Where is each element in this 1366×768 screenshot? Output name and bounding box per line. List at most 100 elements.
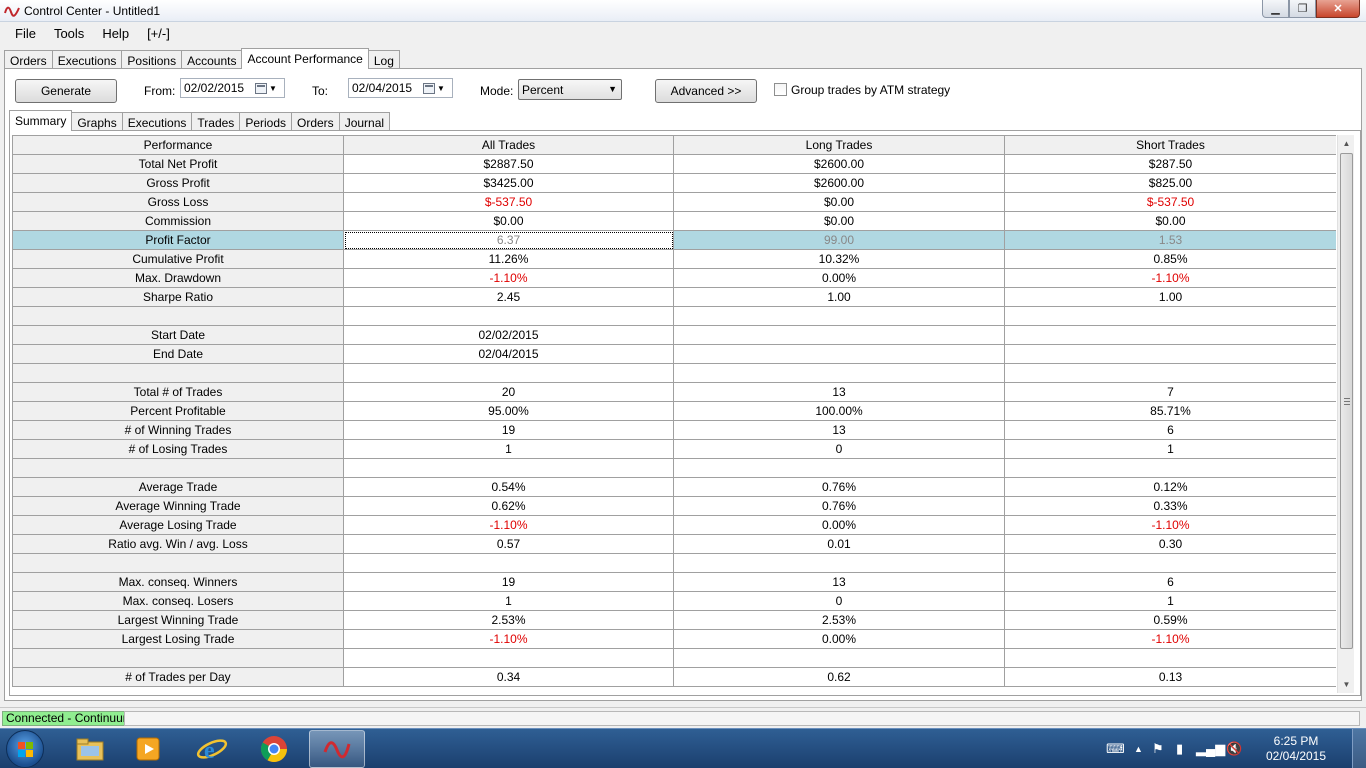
cell-long-trades[interactable]: 13 xyxy=(673,420,1005,440)
menu-help[interactable]: Help xyxy=(93,22,138,44)
cell-all-trades[interactable] xyxy=(343,458,674,478)
show-desktop-button[interactable] xyxy=(1352,729,1366,768)
ninjatrader-icon[interactable] xyxy=(309,730,365,768)
cell-metric[interactable]: Total # of Trades xyxy=(12,382,344,402)
scroll-thumb[interactable] xyxy=(1340,153,1353,649)
mode-select[interactable]: Percent ▼ xyxy=(518,79,622,100)
scroll-down-icon[interactable]: ▼ xyxy=(1338,676,1355,693)
scroll-up-icon[interactable]: ▲ xyxy=(1338,135,1355,152)
table-row[interactable]: Profit Factor 6.37 99.00 1.53 xyxy=(12,230,1336,250)
cell-all-trades[interactable]: 0.57 xyxy=(343,534,674,554)
cell-long-trades[interactable]: 0 xyxy=(673,591,1005,611)
from-date-picker[interactable]: 02/02/2015 ▼ xyxy=(180,78,285,98)
cell-all-trades[interactable]: -1.10% xyxy=(343,268,674,288)
cell-long-trades[interactable]: $0.00 xyxy=(673,211,1005,231)
cell-all-trades[interactable]: 95.00% xyxy=(343,401,674,421)
cell-short-trades[interactable] xyxy=(1004,344,1336,364)
cell-short-trades[interactable]: $825.00 xyxy=(1004,173,1336,193)
cell-metric[interactable]: # of Winning Trades xyxy=(12,420,344,440)
table-row[interactable]: Total Net Profit $2887.50 $2600.00 $287.50 xyxy=(12,154,1336,174)
column-header-performance[interactable]: Performance xyxy=(12,135,344,155)
menu-expand[interactable]: [+/-] xyxy=(138,22,179,44)
table-row[interactable]: Gross Loss $-537.50 $0.00 $-537.50 xyxy=(12,192,1336,212)
cell-short-trades[interactable]: 0.33% xyxy=(1004,496,1336,516)
cell-all-trades[interactable]: 02/04/2015 xyxy=(343,344,674,364)
cell-all-trades[interactable]: 1 xyxy=(343,439,674,459)
battery-icon[interactable]: ▮ xyxy=(1176,741,1183,757)
table-row[interactable]: # of Trades per Day 0.34 0.62 0.13 xyxy=(12,667,1336,687)
cell-long-trades[interactable] xyxy=(673,458,1005,478)
file-explorer-icon[interactable] xyxy=(62,730,118,768)
cell-metric[interactable]: Max. conseq. Winners xyxy=(12,572,344,592)
cell-metric[interactable]: # of Trades per Day xyxy=(12,667,344,687)
cell-all-trades[interactable]: 1 xyxy=(343,591,674,611)
column-header-all-trades[interactable]: All Trades xyxy=(343,135,674,155)
cell-short-trades[interactable]: 1 xyxy=(1004,591,1336,611)
tab-journal[interactable]: Journal xyxy=(338,112,391,131)
tab-graphs[interactable]: Graphs xyxy=(71,112,123,131)
cell-metric[interactable]: Average Winning Trade xyxy=(12,496,344,516)
cell-all-trades[interactable]: 11.26% xyxy=(343,249,674,269)
cell-metric[interactable]: Profit Factor xyxy=(12,230,344,250)
table-row[interactable]: Largest Winning Trade 2.53% 2.53% 0.59% xyxy=(12,610,1336,630)
cell-all-trades[interactable]: 2.53% xyxy=(343,610,674,630)
cell-all-trades[interactable]: 20 xyxy=(343,382,674,402)
to-date-picker[interactable]: 02/04/2015 ▼ xyxy=(348,78,453,98)
cell-long-trades[interactable] xyxy=(673,553,1005,573)
cell-short-trades[interactable]: 85.71% xyxy=(1004,401,1336,421)
cell-short-trades[interactable]: $0.00 xyxy=(1004,211,1336,231)
menu-file[interactable]: File xyxy=(0,22,45,44)
table-row[interactable]: Ratio avg. Win / avg. Loss 0.57 0.01 0.30 xyxy=(12,534,1336,554)
cell-all-trades[interactable]: -1.10% xyxy=(343,515,674,535)
cell-long-trades[interactable] xyxy=(673,325,1005,345)
keyboard-icon[interactable]: ⌨ xyxy=(1106,741,1125,757)
grid-vertical-scrollbar[interactable]: ▲ ▼ xyxy=(1337,135,1354,693)
cell-short-trades[interactable] xyxy=(1004,553,1336,573)
tab-sub-orders[interactable]: Orders xyxy=(291,112,340,131)
cell-metric[interactable]: Max. Drawdown xyxy=(12,268,344,288)
cell-all-trades[interactable]: $-537.50 xyxy=(343,192,674,212)
tab-trades[interactable]: Trades xyxy=(191,112,241,131)
table-row[interactable]: # of Losing Trades 1 0 1 xyxy=(12,439,1336,459)
cell-short-trades[interactable]: -1.10% xyxy=(1004,268,1336,288)
cell-long-trades[interactable]: 0.76% xyxy=(673,496,1005,516)
cell-long-trades[interactable]: 1.00 xyxy=(673,287,1005,307)
network-signal-icon[interactable]: ▂▄▆ xyxy=(1196,741,1225,757)
tab-orders[interactable]: Orders xyxy=(4,50,53,69)
table-row[interactable]: Commission $0.00 $0.00 $0.00 xyxy=(12,211,1336,231)
chrome-icon[interactable] xyxy=(246,730,302,768)
cell-metric[interactable]: Percent Profitable xyxy=(12,401,344,421)
cell-long-trades[interactable] xyxy=(673,344,1005,364)
cell-short-trades[interactable] xyxy=(1004,458,1336,478)
chevron-up-icon[interactable]: ▲ xyxy=(1134,744,1143,754)
cell-short-trades[interactable]: 6 xyxy=(1004,420,1336,440)
cell-short-trades[interactable]: -1.10% xyxy=(1004,515,1336,535)
cell-metric[interactable]: Ratio avg. Win / avg. Loss xyxy=(12,534,344,554)
table-row[interactable]: Average Trade 0.54% 0.76% 0.12% xyxy=(12,477,1336,497)
chevron-down-icon[interactable]: ▼ xyxy=(437,84,445,93)
table-row[interactable]: Average Losing Trade -1.10% 0.00% -1.10% xyxy=(12,515,1336,535)
cell-short-trades[interactable]: 0.12% xyxy=(1004,477,1336,497)
volume-muted-icon[interactable]: 🔇 xyxy=(1226,741,1242,757)
column-header-short-trades[interactable]: Short Trades xyxy=(1004,135,1336,155)
cell-metric[interactable]: Sharpe Ratio xyxy=(12,287,344,307)
table-row[interactable] xyxy=(12,363,1336,383)
cell-short-trades[interactable]: 1.53 xyxy=(1004,230,1336,250)
tab-periods[interactable]: Periods xyxy=(239,112,292,131)
cell-long-trades[interactable]: $2600.00 xyxy=(673,173,1005,193)
cell-metric[interactable]: Gross Profit xyxy=(12,173,344,193)
cell-all-trades[interactable]: 02/02/2015 xyxy=(343,325,674,345)
cell-all-trades[interactable]: $3425.00 xyxy=(343,173,674,193)
cell-metric[interactable]: Gross Loss xyxy=(12,192,344,212)
cell-short-trades[interactable] xyxy=(1004,648,1336,668)
cell-metric[interactable]: Max. conseq. Losers xyxy=(12,591,344,611)
column-header-long-trades[interactable]: Long Trades xyxy=(673,135,1005,155)
minimize-button[interactable]: ▁ xyxy=(1262,0,1289,18)
cell-metric[interactable]: Largest Losing Trade xyxy=(12,629,344,649)
tab-positions[interactable]: Positions xyxy=(121,50,183,69)
cell-all-trades[interactable]: 6.37 xyxy=(343,230,674,250)
cell-long-trades[interactable]: 0.00% xyxy=(673,268,1005,288)
cell-metric[interactable]: Commission xyxy=(12,211,344,231)
media-player-icon[interactable] xyxy=(120,730,176,768)
group-by-atm-checkbox[interactable] xyxy=(774,83,787,96)
